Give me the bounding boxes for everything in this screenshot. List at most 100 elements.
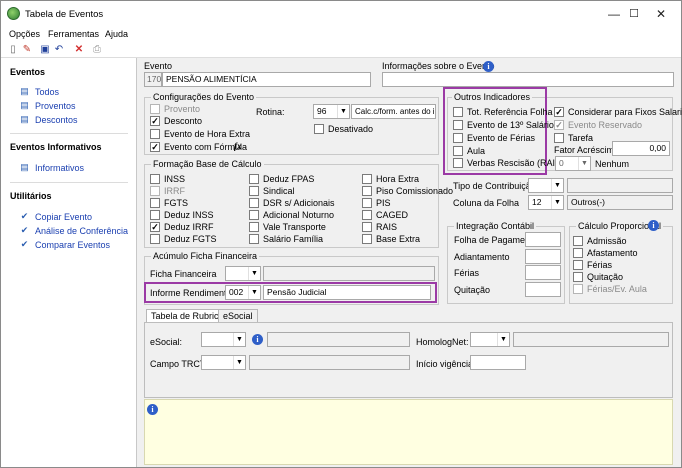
sidebar-item-comparar-eventos[interactable]: Comparar Eventos [35,240,110,250]
adiantamento-label: Adiantamento [454,252,510,262]
vale-transporte-checkbox[interactable]: Vale Transporte [249,222,326,232]
rotina-select[interactable]: 96 ▼ [313,104,350,119]
deduz-irrf-checkbox[interactable]: ✓ Deduz IRRF [150,222,214,232]
admissao-checkbox[interactable]: Admissão [573,236,627,246]
delete-icon[interactable]: ✕ [73,44,85,56]
hora-extra-checkbox[interactable]: Evento de Hora Extra [150,129,250,139]
menu-ajuda[interactable]: Ajuda [105,29,128,39]
sidebar-item-todos[interactable]: Todos [35,87,59,97]
esocial-select[interactable]: ▼ [201,332,246,347]
notes-area[interactable] [144,399,673,465]
tab-esocial[interactable]: eSocial [218,309,258,322]
info-icon[interactable]: i [648,220,659,231]
sidebar-section-eventos: Eventos [10,67,46,77]
coluna-folha-select[interactable]: 12 ▼ [528,195,564,210]
folha-pagamento-field[interactable] [525,232,561,247]
ficha-financeira-select[interactable]: ▼ [225,266,261,281]
info-icon[interactable]: i [252,334,263,345]
print-icon[interactable]: ⎙ [91,44,103,56]
quitacao-field[interactable] [525,282,561,297]
quitacao-prop-checkbox[interactable]: Quitação [573,272,623,282]
dsr-checkbox[interactable]: DSR s/ Adicionais [249,198,335,208]
desativado-checkbox[interactable]: Desativado [314,124,373,134]
undo-icon[interactable]: ↶ [53,44,65,56]
close-button[interactable]: ✕ [641,1,681,27]
adicional-noturno-checkbox[interactable]: Adicional Noturno [249,210,334,220]
fgts-checkbox[interactable]: FGTS [150,198,188,208]
rotina-label: Rotina: [256,107,285,117]
informe-rendimentos-label: Informe Rendimentos [150,288,237,298]
menu-opcoes[interactable]: Opções [9,29,40,39]
provento-checkbox[interactable]: Provento [150,104,200,114]
sidebar-item-copiar-evento[interactable]: Copiar Evento [35,212,92,222]
new-icon[interactable]: ▯ [7,44,19,56]
chevron-down-icon: ▼ [248,267,260,280]
nenhum-select[interactable]: 0 ▼ [555,156,591,171]
ferias-field[interactable] [525,265,561,280]
tipo-contribuicao-desc [567,178,673,193]
fator-acrescimo-field[interactable]: 0,00 [612,141,670,156]
list-icon: ▤ [20,162,29,172]
ferias-prop-checkbox[interactable]: Férias [573,260,612,270]
homolognet-select[interactable]: ▼ [470,332,510,347]
sidebar-item-informativos[interactable]: Informativos [35,163,84,173]
salario-familia-checkbox[interactable]: Salário Família [249,234,323,244]
tipo-contribuicao-select[interactable]: ▼ [528,178,564,193]
evento-label: Evento [144,61,173,71]
informe-rendimentos-select[interactable]: 002 ▼ [225,285,261,300]
check-icon: ✔ [20,239,29,249]
sidebar-divider [10,133,128,134]
chevron-down-icon: ▼ [337,105,349,118]
evento-code-field[interactable]: 170 [144,72,162,87]
deduz-fpas-checkbox[interactable]: Deduz FPAS [249,174,314,184]
ficha-financeira-desc [263,266,435,281]
adiantamento-field[interactable] [525,249,561,264]
menu-ferramentas[interactable]: Ferramentas [48,29,99,39]
inss-checkbox[interactable]: INSS [150,174,185,184]
toolbar: ▯ ✎ ▣ ↶ ✕ ⎙ [1,42,681,58]
fixos-salariais-checkbox[interactable]: ✓ Considerar para Fixos Salariais [554,107,682,117]
app-icon [7,7,20,20]
campo-trct-select[interactable]: ▼ [201,355,246,370]
evento-ferias-checkbox[interactable]: Evento de Férias [453,133,535,143]
verbas-rescisao-checkbox[interactable]: Verbas Rescisão (RAIS) [453,158,564,168]
inicio-vigencia-field[interactable] [470,355,526,370]
sidebar-item-proventos[interactable]: Proventos [35,101,76,111]
config-title: Configurações do Evento [151,92,257,102]
formula-checkbox[interactable]: ✓ Evento com Fórmula [150,142,247,152]
main-window: Tabela de Eventos — ☐ ✕ Opções Ferrament… [0,0,682,468]
chevron-down-icon: ▼ [248,286,260,299]
coluna-folha-desc: Outros(-) [567,195,673,210]
base-extra-checkbox[interactable]: Base Extra [362,234,420,244]
save-icon[interactable]: ▣ [39,44,51,56]
evento-13-checkbox[interactable]: Evento de 13º Salário [453,120,554,130]
info-evento-label: Informações sobre o Evento [382,61,495,71]
sindical-checkbox[interactable]: Sindical [249,186,295,196]
hora-extra-base-checkbox[interactable]: Hora Extra [362,174,419,184]
menu-bar: Opções Ferramentas Ajuda [1,27,681,42]
caged-checkbox[interactable]: CAGED [362,210,408,220]
sidebar-item-analise-conferencia[interactable]: Análise de Conferência [35,226,128,236]
pis-checkbox[interactable]: PIS [362,198,391,208]
list-icon: ▤ [20,100,29,110]
sidebar-item-descontos[interactable]: Descontos [35,115,78,125]
evento-name-field[interactable]: PENSÃO ALIMENTÍCIA [162,72,371,87]
tarefa-checkbox[interactable]: Tarefa [554,133,593,143]
info-evento-field[interactable] [382,72,674,87]
evento-reservado-checkbox[interactable]: ✓ Evento Reservado [554,120,642,130]
irrf-checkbox[interactable]: IRRF [150,186,185,196]
desconto-checkbox[interactable]: ✓ Desconto [150,116,202,126]
aula-checkbox[interactable]: Aula [453,146,485,156]
tot-referencia-checkbox[interactable]: Tot. Referência Folha [453,107,553,117]
info-icon[interactable]: i [147,404,158,415]
afastamento-checkbox[interactable]: Afastamento [573,248,638,258]
formula-fx-icon[interactable]: fx [234,141,242,151]
deduz-inss-checkbox[interactable]: Deduz INSS [150,210,214,220]
info-icon[interactable]: i [483,61,494,72]
ferias-ev-aula-checkbox[interactable]: Férias/Ev. Aula [573,284,647,294]
deduz-fgts-checkbox[interactable]: Deduz FGTS [150,234,217,244]
piso-comissionado-checkbox[interactable]: Piso Comissionado [362,186,453,196]
edit-icon[interactable]: ✎ [21,44,33,56]
rais-checkbox[interactable]: RAIS [362,222,397,232]
sidebar-section-informativos: Eventos Informativos [10,142,102,152]
